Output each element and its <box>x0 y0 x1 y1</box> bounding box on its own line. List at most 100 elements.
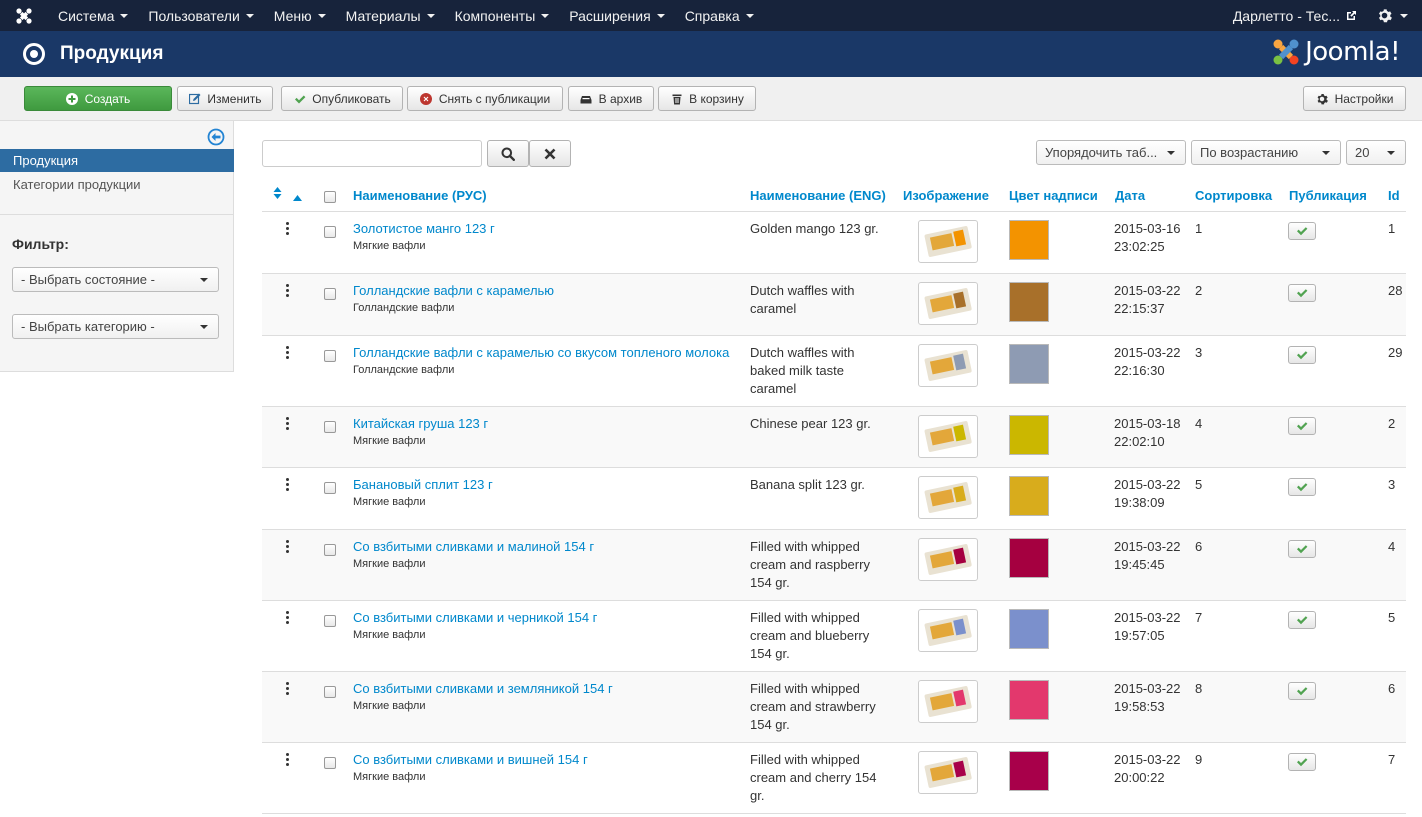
label-color-swatch <box>1009 415 1049 455</box>
sort-ordering-icon[interactable] <box>273 187 282 202</box>
edit-button-label: Изменить <box>207 91 262 106</box>
order-by-select[interactable]: Упорядочить таб... <box>1036 140 1186 165</box>
row-checkbox[interactable] <box>324 686 336 698</box>
nav-menu-label: Пользователи <box>148 7 240 24</box>
product-name-en-line: gr. <box>750 788 765 803</box>
publish-toggle-button[interactable] <box>1288 284 1316 302</box>
product-image-thumbnail[interactable] <box>918 476 978 519</box>
order-direction-select[interactable]: По возрастанию <box>1191 140 1341 165</box>
publish-toggle-button[interactable] <box>1288 417 1316 435</box>
column-color[interactable]: Цвет надписи <box>1009 188 1098 203</box>
drag-handle-icon[interactable] <box>286 682 289 695</box>
product-image-thumbnail[interactable] <box>918 220 978 263</box>
select-all-checkbox[interactable] <box>324 191 336 203</box>
chevron-down-icon <box>745 13 754 18</box>
column-published[interactable]: Публикация <box>1289 188 1367 203</box>
search-button[interactable] <box>487 140 529 167</box>
publish-toggle-button[interactable] <box>1288 478 1316 496</box>
chevron-down-icon <box>656 13 665 18</box>
product-category: Голландские вафли <box>353 302 455 314</box>
column-name-ru[interactable]: Наименование (РУС) <box>353 188 487 203</box>
date-value: 2015-03-18 <box>1114 416 1181 431</box>
product-name-link[interactable]: Золотистое манго 123 г <box>353 221 495 236</box>
list-limit-value: 20 <box>1355 145 1370 160</box>
nav-menu-item[interactable]: Пользователи <box>138 0 263 31</box>
nav-menu-item[interactable]: Справка <box>675 0 764 31</box>
product-image-thumbnail[interactable] <box>918 680 978 723</box>
clear-search-button[interactable] <box>529 140 571 167</box>
nav-menu-item[interactable]: Система <box>48 0 138 31</box>
new-button[interactable]: Создать <box>24 86 172 111</box>
list-limit-select[interactable]: 20 <box>1346 140 1406 165</box>
nav-menu-item[interactable]: Расширения <box>559 0 674 31</box>
row-checkbox[interactable] <box>324 288 336 300</box>
archive-button[interactable]: В архив <box>568 86 654 111</box>
row-checkbox[interactable] <box>324 421 336 433</box>
column-id[interactable]: Id <box>1388 188 1400 203</box>
user-menu[interactable] <box>1369 8 1422 23</box>
drag-handle-icon[interactable] <box>286 611 289 624</box>
ordering-value: 8 <box>1195 681 1203 696</box>
joomla-logo-icon[interactable] <box>0 0 48 31</box>
drag-handle-icon[interactable] <box>286 222 289 235</box>
product-image-thumbnail[interactable] <box>918 282 978 325</box>
publish-toggle-button[interactable] <box>1288 611 1316 629</box>
publish-toggle-button[interactable] <box>1288 682 1316 700</box>
nav-menu-item[interactable]: Компоненты <box>445 0 560 31</box>
product-image-thumbnail[interactable] <box>918 609 978 652</box>
product-image-thumbnail[interactable] <box>918 751 978 794</box>
options-button-label: Настройки <box>1334 91 1394 106</box>
product-name-link[interactable]: Со взбитыми сливками и земляникой 154 г <box>353 681 613 696</box>
options-button[interactable]: Настройки <box>1303 86 1406 111</box>
filter-category-select[interactable]: - Выбрать категорию - <box>12 314 219 339</box>
product-name-link[interactable]: Со взбитыми сливками и вишней 154 г <box>353 752 588 767</box>
product-name-link[interactable]: Китайская груша 123 г <box>353 416 488 431</box>
drag-handle-icon[interactable] <box>286 417 289 430</box>
product-image-thumbnail[interactable] <box>918 344 978 387</box>
ordering-value: 1 <box>1195 221 1203 236</box>
drag-handle-icon[interactable] <box>286 478 289 491</box>
drag-handle-icon[interactable] <box>286 753 289 766</box>
search-input[interactable] <box>262 140 482 167</box>
product-image-thumbnail[interactable] <box>918 415 978 458</box>
product-name-link[interactable]: Голландские вафли с карамелью <box>353 283 554 298</box>
column-name-en[interactable]: Наименование (ENG) <box>750 188 886 203</box>
filter-state-select[interactable]: - Выбрать состояние - <box>12 267 219 292</box>
row-checkbox[interactable] <box>324 226 336 238</box>
sidebar-item-product-categories[interactable]: Категории продукции <box>0 173 234 196</box>
product-category: Мягкие вафли <box>353 435 426 447</box>
publish-toggle-button[interactable] <box>1288 753 1316 771</box>
publish-toggle-button[interactable] <box>1288 346 1316 364</box>
column-date[interactable]: Дата <box>1115 188 1145 203</box>
product-name-link[interactable]: Голландские вафли с карамелью со вкусом … <box>353 345 729 360</box>
product-name-link[interactable]: Со взбитыми сливками и черникой 154 г <box>353 610 597 625</box>
drag-handle-icon[interactable] <box>286 540 289 553</box>
product-name-en-cell: Dutch waffles with caramel <box>750 282 855 318</box>
drag-handle-icon[interactable] <box>286 346 289 359</box>
trash-button[interactable]: В корзину <box>658 86 756 111</box>
product-name-link[interactable]: Со взбитыми сливками и малиной 154 г <box>353 539 594 554</box>
row-checkbox[interactable] <box>324 482 336 494</box>
edit-button[interactable]: Изменить <box>177 86 273 111</box>
row-checkbox[interactable] <box>324 757 336 769</box>
table-row: Со взбитыми сливками и малиной 154 г Мягк… <box>262 530 1406 601</box>
product-name-cell: Банановый сплит 123 г Мягкие вафли <box>353 476 493 510</box>
nav-menu-item[interactable]: Материалы <box>336 0 445 31</box>
column-image[interactable]: Изображение <box>903 188 989 203</box>
unpublish-button[interactable]: Снять с публикации <box>407 86 563 111</box>
site-link[interactable]: Дарлетто - Тес... <box>1221 8 1369 24</box>
publish-button[interactable]: Опубликовать <box>281 86 403 111</box>
product-image-thumbnail[interactable] <box>918 538 978 581</box>
drag-handle-icon[interactable] <box>286 284 289 297</box>
sidebar-toggle-button[interactable] <box>207 128 225 149</box>
sidebar-item-products[interactable]: Продукция <box>0 149 234 172</box>
row-checkbox[interactable] <box>324 544 336 556</box>
column-ordering[interactable]: Сортировка <box>1195 188 1272 203</box>
label-color-swatch <box>1009 609 1049 649</box>
product-name-link[interactable]: Банановый сплит 123 г <box>353 477 493 492</box>
row-checkbox[interactable] <box>324 615 336 627</box>
publish-toggle-button[interactable] <box>1288 222 1316 240</box>
publish-toggle-button[interactable] <box>1288 540 1316 558</box>
nav-menu-item[interactable]: Меню <box>264 0 336 31</box>
row-checkbox[interactable] <box>324 350 336 362</box>
